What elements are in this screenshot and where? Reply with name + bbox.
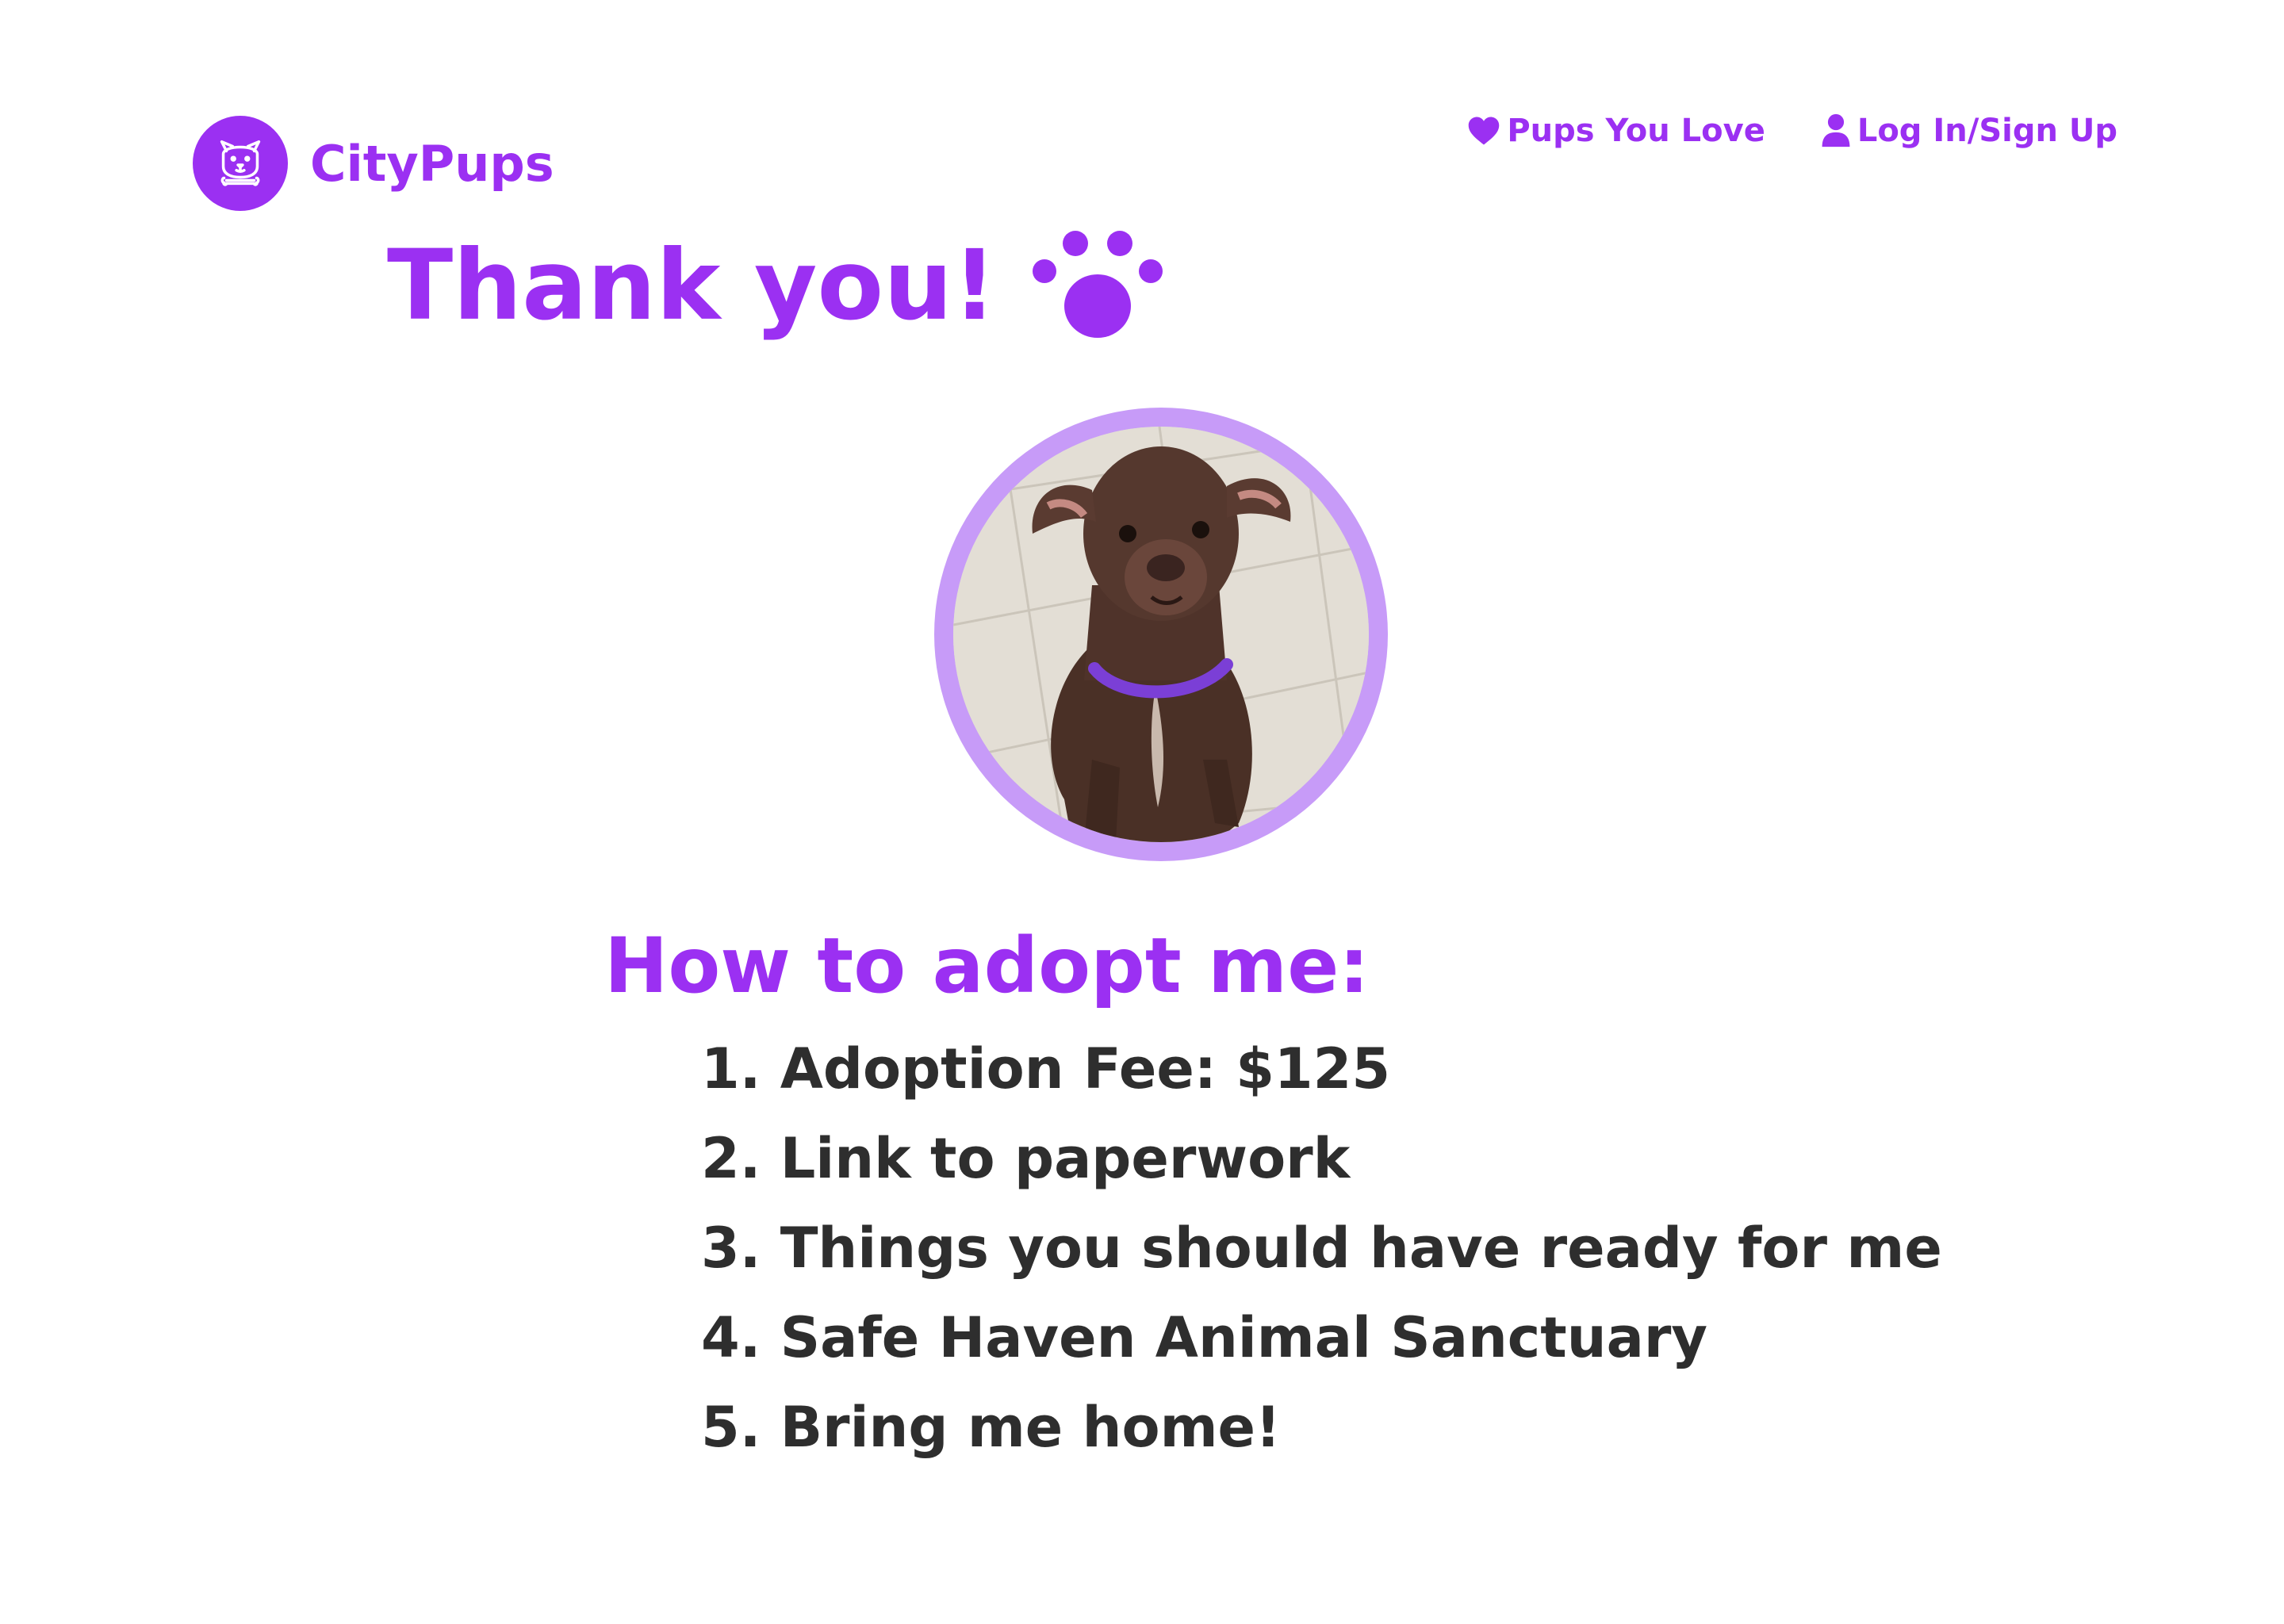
adoption-step-things-ready[interactable]: 3. Things you should have ready for me bbox=[701, 1204, 1942, 1293]
user-icon bbox=[1822, 113, 1850, 147]
adoption-steps-list: 1. Adoption Fee: $125 2. Link to paperwo… bbox=[701, 1025, 1942, 1473]
paw-icon bbox=[1032, 231, 1163, 338]
step-label: Bring me home! bbox=[780, 1395, 1281, 1460]
nav-login-signup-label: Log In/Sign Up bbox=[1857, 113, 2117, 149]
page-heading: Thank you! bbox=[387, 230, 1163, 341]
adoption-step-fee: 1. Adoption Fee: $125 bbox=[701, 1025, 1942, 1114]
nav-login-signup[interactable]: Log In/Sign Up bbox=[1821, 113, 2117, 149]
brand-home-link[interactable]: CityPups bbox=[193, 116, 554, 211]
thank-you-page: CityPups Pups You Love Log In/Sign Up Th… bbox=[0, 0, 2284, 1624]
heart-icon bbox=[1469, 117, 1500, 145]
adoption-step-paperwork[interactable]: 2. Link to paperwork bbox=[701, 1114, 1942, 1204]
nav-pups-you-love-label: Pups You Love bbox=[1507, 113, 1765, 149]
step-number: 5. bbox=[701, 1395, 761, 1460]
dog-face-icon bbox=[193, 116, 288, 211]
step-number: 2. bbox=[701, 1126, 761, 1191]
adoption-step-bring-home: 5. Bring me home! bbox=[701, 1383, 1942, 1473]
page-title: Thank you! bbox=[387, 229, 997, 342]
step-label[interactable]: Link to paperwork bbox=[780, 1126, 1351, 1191]
step-number: 4. bbox=[701, 1305, 761, 1370]
step-number: 1. bbox=[701, 1036, 761, 1101]
dog-photo bbox=[953, 427, 1369, 842]
step-label[interactable]: Safe Haven Animal Sanctuary bbox=[780, 1305, 1707, 1370]
step-label: Adoption Fee: $125 bbox=[780, 1036, 1391, 1101]
adoption-steps-title: How to adopt me: bbox=[604, 921, 1370, 1010]
adoption-step-sanctuary[interactable]: 4. Safe Haven Animal Sanctuary bbox=[701, 1293, 1942, 1383]
brand-name: CityPups bbox=[310, 134, 554, 193]
step-number: 3. bbox=[701, 1216, 761, 1281]
nav-pups-you-love[interactable]: Pups You Love bbox=[1467, 113, 1765, 149]
dog-photo-frame bbox=[934, 408, 1388, 861]
top-nav: Pups You Love Log In/Sign Up bbox=[1412, 113, 2117, 149]
step-label[interactable]: Things you should have ready for me bbox=[780, 1216, 1942, 1281]
